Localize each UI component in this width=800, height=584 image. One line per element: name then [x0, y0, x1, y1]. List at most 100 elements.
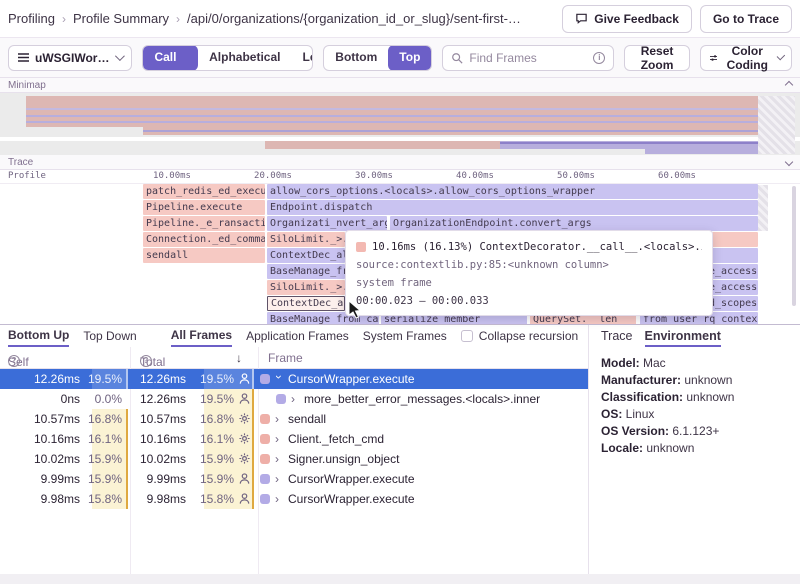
search-input[interactable]: [469, 51, 587, 65]
frame-cell[interactable]: ›Client._fetch_cmd: [260, 429, 384, 449]
minimap-canvas[interactable]: [0, 93, 800, 155]
chevron-right-icon[interactable]: ›: [275, 472, 283, 486]
table-row[interactable]: 9.99ms15.9%9.99ms15.9%›CursorWrapper.exe…: [0, 469, 588, 489]
tab-system-frames[interactable]: System Frames: [363, 327, 447, 346]
environment-fields: Model: MacManufacturer: unknownClassific…: [589, 347, 800, 457]
table-row[interactable]: 9.98ms15.8%9.98ms15.8%›CursorWrapper.exe…: [0, 489, 588, 509]
chevron-up-icon: [785, 81, 793, 89]
flame-scrollbar[interactable]: [792, 186, 796, 306]
breadcrumb-profile-summary[interactable]: Profile Summary: [73, 11, 169, 26]
flame-frame-selected[interactable]: ContextDec_als>.i: [267, 296, 345, 311]
self-pct-cell: 0.0%: [86, 392, 122, 406]
flame-frame[interactable]: [712, 248, 758, 263]
minimap-section-header[interactable]: Minimap: [0, 78, 800, 93]
table-row[interactable]: 10.16ms16.1%10.16ms16.1%›Client._fetch_c…: [0, 429, 588, 449]
frame-cell[interactable]: ›Signer.unsign_object: [260, 449, 399, 469]
table-row[interactable]: 0ns0.0%12.26ms19.5%›more_better_error_me…: [0, 389, 588, 409]
frame-header[interactable]: Frame: [268, 351, 303, 365]
flame-frame[interactable]: patch_redis_ed_execute: [143, 184, 265, 199]
frame-name: CursorWrapper.execute: [288, 472, 415, 486]
tab-application-frames[interactable]: Application Frames: [246, 327, 349, 346]
top-down-button[interactable]: Top Down: [388, 45, 432, 71]
frame-table-rows: 12.26ms19.5%12.26ms19.5%›CursorWrapper.e…: [0, 369, 588, 509]
frame-name: sendall: [288, 412, 326, 426]
thread-selector-dropdown[interactable]: uWSGIWor…: [8, 45, 132, 71]
flame-frame[interactable]: Connection._ed_command: [143, 232, 265, 247]
table-row[interactable]: 10.02ms15.9%10.02ms15.9%›Signer.unsign_o…: [0, 449, 588, 469]
flame-frame[interactable]: Endpoint.dispatch: [267, 200, 758, 215]
mouse-cursor: [348, 300, 362, 320]
chevron-down-icon[interactable]: ›: [272, 375, 286, 383]
breadcrumb-profiling[interactable]: Profiling: [8, 11, 55, 26]
sliders-icon: [710, 53, 718, 63]
environment-panel-tabs: Trace Environment: [589, 325, 800, 347]
frame-color-swatch: [260, 494, 270, 504]
system-frame-icon: [238, 432, 252, 446]
give-feedback-button[interactable]: Give Feedback: [562, 5, 692, 33]
environment-field: OS: Linux: [601, 406, 800, 423]
flame-frame[interactable]: SiloLimit._>.over: [267, 232, 345, 247]
frame-cell[interactable]: › CursorWrapper.execute: [260, 469, 415, 489]
chevron-right-icon[interactable]: ›: [275, 432, 283, 446]
frame-cell[interactable]: › sendall: [260, 409, 326, 429]
tooltip-source: source:contextlib.py:85:<unknown column>: [356, 256, 702, 274]
frame-name: CursorWrapper.execute: [288, 372, 415, 386]
collapse-recursion-checkbox[interactable]: Collapse recursion: [461, 329, 578, 343]
sort-direction-icon[interactable]: ↓: [236, 351, 242, 365]
frame-cell[interactable]: ›CursorWrapper.execute: [260, 489, 415, 509]
reset-zoom-button[interactable]: Reset Zoom: [624, 45, 689, 71]
flame-frame[interactable]: allow_cors_options.<locals>.allow_cors_o…: [267, 184, 758, 199]
table-row[interactable]: 12.26ms19.5%12.26ms19.5%›CursorWrapper.e…: [0, 369, 588, 389]
frame-cell[interactable]: ›CursorWrapper.execute: [260, 369, 415, 389]
chevron-down-icon: [785, 158, 793, 166]
sort-call-order-button[interactable]: Call Order: [143, 45, 198, 71]
frame-cell[interactable]: ›more_better_error_messages.<locals>.inn…: [276, 389, 540, 409]
flame-frame[interactable]: BaseManage_from_c: [267, 264, 345, 279]
tab-top-down[interactable]: Top Down: [83, 327, 136, 346]
sort-alphabetical-button[interactable]: Alphabetical: [198, 45, 291, 71]
flame-frame[interactable]: Organizati_nvert_args: [267, 216, 387, 231]
flamegraph-toolbar: uWSGIWor… Call Order Alphabetical Left H…: [0, 38, 800, 78]
application-frame-icon: [238, 372, 252, 386]
tab-bottom-up[interactable]: Bottom Up: [8, 326, 69, 347]
flame-frame[interactable]: Pipeline._e_ransaction: [143, 216, 265, 231]
direction-segmented-control: Bottom Up Top Down: [323, 45, 432, 71]
profiling-flamegraph-app: Profiling › Profile Summary › /api/0/org…: [0, 0, 800, 584]
flame-frame[interactable]: ContextDec_als>.i: [267, 248, 345, 263]
flame-frame[interactable]: [712, 232, 758, 247]
total-pct-cell: 16.8%: [198, 412, 234, 426]
tooltip-frame-swatch: [356, 242, 366, 252]
table-row[interactable]: 10.57ms16.8%10.57ms16.8%›sendall: [0, 409, 588, 429]
breadcrumb-transaction[interactable]: /api/0/organizations/{organization_id_or…: [187, 11, 521, 26]
flame-frame[interactable]: sendall: [143, 248, 265, 263]
total-pct-cell: 19.5%: [198, 372, 234, 386]
bottom-up-button[interactable]: Bottom Up: [324, 45, 388, 71]
self-pct-cell: 16.1%: [86, 432, 122, 446]
chevron-right-icon[interactable]: ›: [291, 392, 299, 406]
total-time-cell: 10.16ms: [124, 432, 186, 446]
trace-section-header[interactable]: Trace: [0, 155, 800, 170]
flame-frame[interactable]: OrganizationEndpoint.convert_args: [390, 216, 758, 231]
chevron-right-icon[interactable]: ›: [275, 452, 283, 466]
chevron-right-icon[interactable]: ›: [275, 412, 283, 426]
flame-frame[interactable]: SiloLimit._>.over: [267, 280, 345, 295]
chevron-right-icon[interactable]: ›: [275, 492, 283, 506]
tab-all-frames[interactable]: All Frames: [171, 326, 232, 347]
profile-label: Profile: [8, 171, 46, 181]
sort-left-heavy-button[interactable]: Left Heavy: [291, 45, 313, 71]
tooltip-title: 10.16ms (16.13%) ContextDecorator.__call…: [372, 241, 702, 253]
go-to-trace-button[interactable]: Go to Trace: [700, 5, 792, 33]
tab-environment[interactable]: Environment: [645, 329, 721, 347]
minimap-stripe: [143, 130, 758, 132]
color-coding-button[interactable]: Color Coding: [700, 45, 792, 71]
environment-field: OS Version: 6.1.123+: [601, 423, 800, 440]
tab-trace[interactable]: Trace: [601, 329, 633, 347]
total-pct-cell: 15.9%: [198, 472, 234, 486]
checkbox-box[interactable]: [461, 330, 473, 342]
flame-frame[interactable]: Pipeline.execute: [143, 200, 265, 215]
tooltip-time-range: 00:00.023 — 00:00.033: [356, 292, 702, 310]
info-icon: ?: [8, 355, 20, 367]
breadcrumb-separator: ›: [62, 12, 66, 26]
frame-color-swatch: [276, 394, 286, 404]
find-frames-search[interactable]: i: [442, 45, 614, 71]
